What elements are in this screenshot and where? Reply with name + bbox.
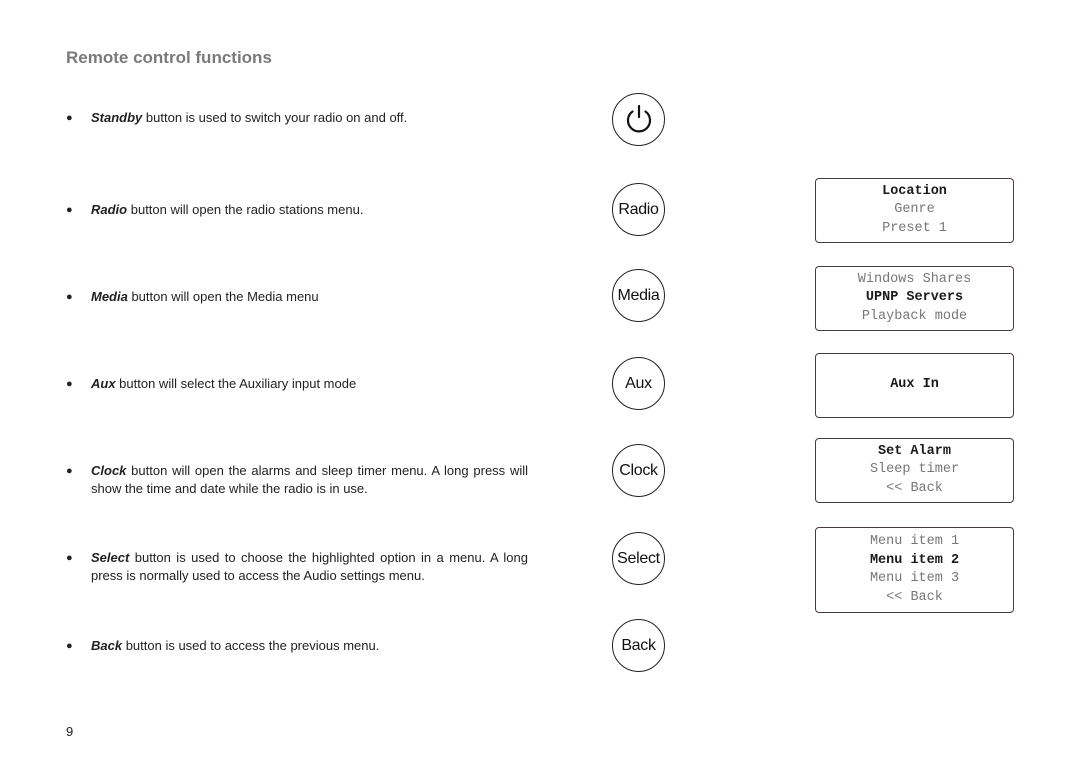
display-line: Preset 1 [882, 220, 947, 236]
display-line-selected: Aux In [890, 377, 939, 393]
bullet-icon: ● [66, 640, 73, 652]
description: button will select the Auxiliary input m… [115, 376, 357, 391]
page-number: 9 [66, 724, 74, 739]
description: button is used to choose the highlighted… [91, 550, 528, 583]
description: button is used to access the previous me… [122, 638, 380, 653]
description: button will open the alarms and sleep ti… [91, 463, 528, 496]
media-button: Media [612, 269, 665, 322]
display-line: Playback mode [861, 308, 968, 324]
bullet-icon: ● [66, 291, 73, 303]
media-menu-display: Windows Shares UPNP Servers Playback mod… [815, 266, 1014, 331]
display-line-selected: Menu item 2 [869, 552, 960, 568]
display-line-selected: UPNP Servers [865, 290, 964, 306]
display-line: Genre [894, 202, 935, 218]
aux-button: Aux [612, 357, 665, 410]
clock-button: Clock [612, 444, 665, 497]
power-icon [626, 104, 651, 132]
display-line: Menu item 3 [869, 571, 960, 586]
bullet-icon: ● [66, 465, 73, 477]
clock-menu-display: Set Alarm Sleep timer << Back [815, 438, 1014, 503]
description: button will open the Media menu [127, 289, 319, 304]
keyword: Aux [91, 376, 116, 391]
display-line-selected: Location [882, 183, 947, 199]
keyword: Radio [91, 202, 128, 217]
back-button: Back [612, 619, 665, 672]
keyword: Back [91, 638, 123, 653]
keyword: Media [91, 289, 128, 304]
list-item-select: ● Select button is used to choose the hi… [66, 549, 528, 585]
description: button is used to switch your radio on a… [142, 110, 408, 125]
description: button will open the radio stations menu… [127, 202, 364, 217]
bullet-icon: ● [66, 378, 73, 390]
keyword: Select [91, 550, 130, 565]
display-line: Sleep timer [869, 462, 960, 478]
display-line: << Back [886, 480, 943, 496]
list-item-aux: ● Aux button will select the Auxiliary i… [66, 375, 528, 393]
bullet-icon: ● [66, 204, 73, 216]
select-menu-display: Menu item 1 Menu item 2 Menu item 3 << B… [815, 527, 1014, 613]
list-item-clock: ● Clock button will open the alarms and … [66, 462, 528, 498]
list-item-media: ● Media button will open the Media menu [66, 288, 528, 306]
select-button: Select [612, 532, 665, 585]
display-line: << Back [886, 589, 943, 605]
display-line: Windows Shares [857, 271, 972, 287]
bullet-icon: ● [66, 112, 73, 124]
page-title: Remote control functions [66, 48, 272, 67]
keyword: Standby [91, 110, 143, 125]
radio-button: Radio [612, 183, 665, 236]
display-line: Menu item 1 [869, 534, 960, 549]
list-item-radio: ● Radio button will open the radio stati… [66, 201, 528, 219]
radio-menu-display: Location Genre Preset 1 [815, 178, 1014, 243]
list-item-back: ● Back button is used to access the prev… [66, 637, 528, 655]
keyword: Clock [91, 463, 127, 478]
standby-button [612, 93, 665, 146]
list-item-standby: ● Standby button is used to switch your … [66, 109, 528, 127]
bullet-icon: ● [66, 552, 73, 564]
aux-display: Aux In [815, 353, 1014, 418]
display-line-selected: Set Alarm [878, 443, 951, 459]
